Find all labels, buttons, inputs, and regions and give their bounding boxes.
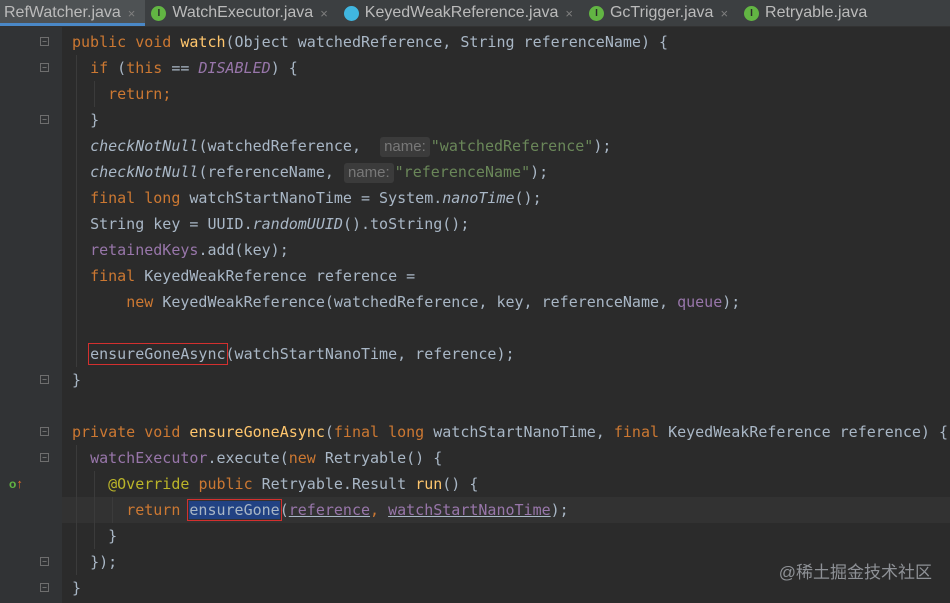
- code-editor[interactable]: public void watch(Object watchedReferenc…: [62, 29, 950, 601]
- code-line: String key = UUID.randomUUID().toString(…: [62, 211, 950, 237]
- tab-label: Retryable.java: [765, 4, 868, 21]
- fold-toggle-icon[interactable]: −: [40, 557, 49, 566]
- code-line: final long watchStartNanoTime = System.n…: [62, 185, 950, 211]
- code-line: new KeyedWeakReference(watchedReference,…: [62, 289, 950, 315]
- code-line: if (this == DISABLED) {: [62, 55, 950, 81]
- code-line: }: [72, 371, 82, 389]
- interface-icon: I: [588, 5, 604, 21]
- tab-label: KeyedWeakReference.java: [364, 4, 559, 21]
- code-line: retainedKeys.add(key);: [62, 237, 950, 263]
- parameter-hint: name:: [343, 163, 394, 183]
- fold-toggle-icon[interactable]: −: [40, 453, 49, 462]
- close-icon[interactable]: ×: [320, 6, 328, 21]
- class-icon: [343, 5, 359, 21]
- close-icon[interactable]: ×: [720, 6, 728, 21]
- tab-watchexecutor[interactable]: I WatchExecutor.java ×: [145, 0, 337, 26]
- code-line: checkNotNull(referenceName, name: "refere…: [62, 159, 950, 185]
- fold-toggle-icon[interactable]: −: [40, 37, 49, 46]
- close-icon[interactable]: ×: [565, 6, 573, 21]
- close-icon[interactable]: ×: [128, 6, 136, 21]
- code-line: return;: [62, 81, 950, 107]
- tab-retryable[interactable]: I Retryable.java: [738, 0, 877, 26]
- code-line: @Override public Retryable.Result run() …: [62, 471, 950, 497]
- tab-label: WatchExecutor.java: [172, 4, 314, 21]
- highlighted-call-ensuregoneasync[interactable]: ensureGoneAsync: [88, 343, 228, 365]
- tab-label: RefWatcher.java: [4, 4, 121, 21]
- code-line: watchExecutor.execute(new Retryable() {: [62, 445, 950, 471]
- code-line: private void ensureGoneAsync(final long …: [72, 423, 949, 441]
- editor-tab-bar: RefWatcher.java × I WatchExecutor.java ×…: [0, 0, 950, 27]
- fold-toggle-icon[interactable]: −: [40, 63, 49, 72]
- fold-toggle-icon[interactable]: −: [40, 427, 49, 436]
- fold-toggle-icon[interactable]: −: [40, 375, 49, 384]
- tab-refwatcher[interactable]: RefWatcher.java ×: [0, 0, 146, 26]
- code-line-current: return ensureGone(reference, watchStartN…: [62, 497, 950, 523]
- editor-gutter: [0, 27, 62, 603]
- tab-keyedweakreference[interactable]: KeyedWeakReference.java ×: [338, 0, 583, 26]
- code-line: }: [62, 107, 950, 133]
- implements-method-icon[interactable]: o↑: [9, 477, 23, 492]
- highlighted-call-ensuregone[interactable]: ensureGone: [187, 499, 282, 521]
- parameter-hint: name:: [380, 137, 430, 157]
- interface-icon: I: [151, 5, 167, 21]
- watermark: @稀土掘金技术社区: [778, 563, 932, 582]
- code-line: public void watch(Object watchedReferenc…: [72, 33, 669, 51]
- code-line: ensureGoneAsync(watchStartNanoTime, refe…: [62, 341, 950, 367]
- tab-gctrigger[interactable]: I GcTrigger.java ×: [583, 0, 738, 26]
- fold-toggle-icon[interactable]: −: [40, 583, 49, 592]
- code-line: final KeyedWeakReference reference =: [62, 263, 950, 289]
- code-line: [62, 315, 950, 341]
- tab-label: GcTrigger.java: [609, 4, 714, 21]
- code-line: }: [62, 523, 950, 549]
- fold-toggle-icon[interactable]: −: [40, 115, 49, 124]
- code-line: checkNotNull(watchedReference, name: "wat…: [62, 133, 950, 159]
- interface-icon: I: [744, 5, 760, 21]
